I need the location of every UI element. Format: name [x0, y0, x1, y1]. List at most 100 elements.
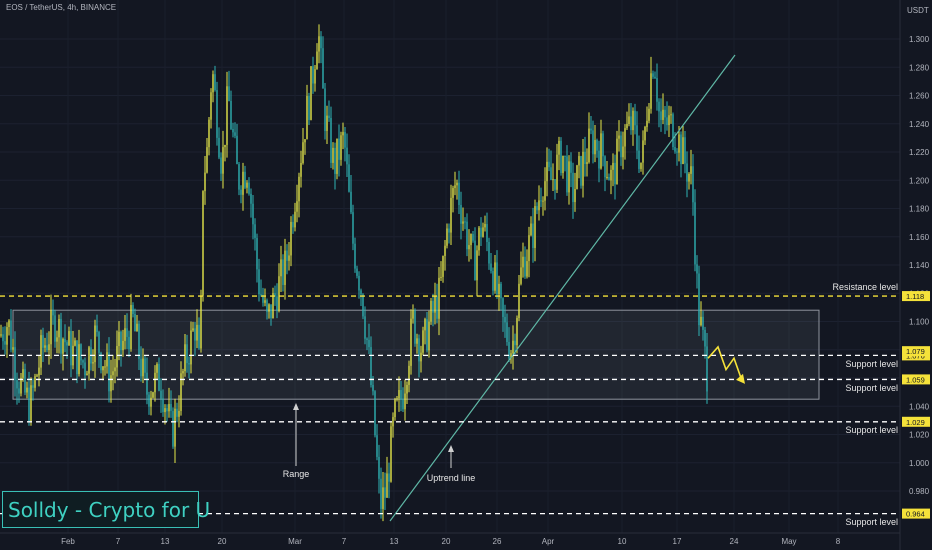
x-tick-label: 10: [618, 537, 627, 546]
candle-body: [246, 182, 248, 188]
candle-body: [656, 78, 658, 102]
candle-body: [22, 369, 24, 378]
candle-body: [164, 408, 166, 413]
candle-body: [652, 73, 654, 77]
candle-body: [104, 366, 106, 368]
candle-body: [446, 228, 448, 246]
candle-body: [422, 330, 424, 353]
candle-body: [630, 116, 632, 131]
y-tick-label: 1.160: [909, 233, 930, 242]
candle-body: [278, 276, 280, 311]
candle-body: [404, 393, 406, 410]
candle-body: [48, 344, 50, 351]
candle-body: [250, 193, 252, 204]
candle-body: [458, 182, 460, 205]
candle-body: [60, 318, 62, 354]
candle-body: [200, 295, 202, 349]
x-tick-label: 13: [390, 537, 399, 546]
candle-body: [316, 51, 318, 70]
candle-body: [318, 36, 320, 52]
candle-body: [414, 310, 416, 344]
candle-body: [190, 330, 192, 365]
x-tick-label: 7: [116, 537, 121, 546]
candle-body: [558, 140, 560, 155]
candle-body: [546, 161, 548, 182]
candle-body: [192, 328, 194, 331]
y-tick-label: 1.040: [909, 402, 930, 411]
candle-body: [340, 135, 342, 160]
candle-body: [302, 142, 304, 164]
candle-body: [266, 300, 268, 312]
candle-body: [378, 456, 380, 479]
candle-body: [254, 224, 256, 238]
candle-body: [580, 156, 582, 186]
candle-body: [496, 262, 498, 295]
candle-body: [518, 283, 520, 318]
candle-body: [344, 132, 346, 148]
candle-body: [418, 338, 420, 362]
candle-body: [286, 250, 288, 261]
candle-body: [602, 133, 604, 157]
candle-body: [584, 151, 586, 165]
candle-body: [136, 323, 138, 332]
price-chart[interactable]: 0.9801.0001.0201.0401.0601.0801.1001.120…: [0, 0, 932, 550]
candle-body: [142, 358, 144, 377]
y-tick-label: 1.300: [909, 35, 930, 44]
y-tick-label: 1.100: [909, 318, 930, 327]
candle-body: [570, 161, 572, 173]
candle-body: [424, 319, 426, 331]
y-tick-label: 1.260: [909, 92, 930, 101]
candle-body: [238, 164, 240, 190]
candle-body: [228, 86, 230, 102]
candle-body: [490, 263, 492, 272]
candle-body: [300, 163, 302, 177]
candle-body: [218, 137, 220, 158]
candle-body: [258, 269, 260, 295]
candle-body: [2, 334, 4, 342]
candle-body: [86, 373, 88, 376]
candle-body: [174, 408, 176, 447]
candle-body: [364, 316, 366, 339]
candle-body: [384, 487, 386, 498]
candle-body: [410, 318, 412, 366]
x-tick-label: 17: [673, 537, 682, 546]
candle-body: [146, 372, 148, 395]
candle-body: [110, 375, 112, 392]
candle-body: [272, 293, 274, 319]
candle-body: [222, 147, 224, 174]
y-tick-label: 1.280: [909, 63, 930, 72]
candle-body: [82, 360, 84, 363]
candle-body: [194, 328, 196, 341]
candle-body: [398, 390, 400, 399]
candle-body: [662, 109, 664, 120]
candle-body: [632, 110, 634, 131]
candle-body: [40, 335, 42, 368]
candle-body: [700, 316, 702, 326]
candle-body: [650, 73, 652, 109]
candle-body: [560, 140, 562, 173]
candle-body: [168, 403, 170, 412]
candle-body: [240, 189, 242, 195]
candle-body: [54, 315, 56, 342]
candle-body: [50, 310, 52, 345]
currency-label: USDT: [907, 6, 929, 15]
x-tick-label: May: [781, 537, 796, 546]
candle-body: [704, 329, 706, 347]
candle-body: [514, 340, 516, 346]
candle-body: [8, 320, 10, 328]
candle-body: [588, 128, 590, 163]
candle-body: [26, 387, 28, 393]
candle-body: [6, 327, 8, 345]
candle-body: [648, 108, 650, 121]
candle-body: [102, 366, 104, 371]
candle-body: [28, 387, 30, 422]
candle-body: [74, 340, 76, 346]
y-tick-label: 1.180: [909, 205, 930, 214]
candle-body: [206, 147, 208, 173]
candle-body: [604, 156, 606, 178]
candle-body: [498, 283, 500, 295]
candle-body: [524, 256, 526, 277]
candle-body: [658, 101, 660, 112]
candle-body: [512, 340, 514, 354]
candle-body: [66, 342, 68, 346]
